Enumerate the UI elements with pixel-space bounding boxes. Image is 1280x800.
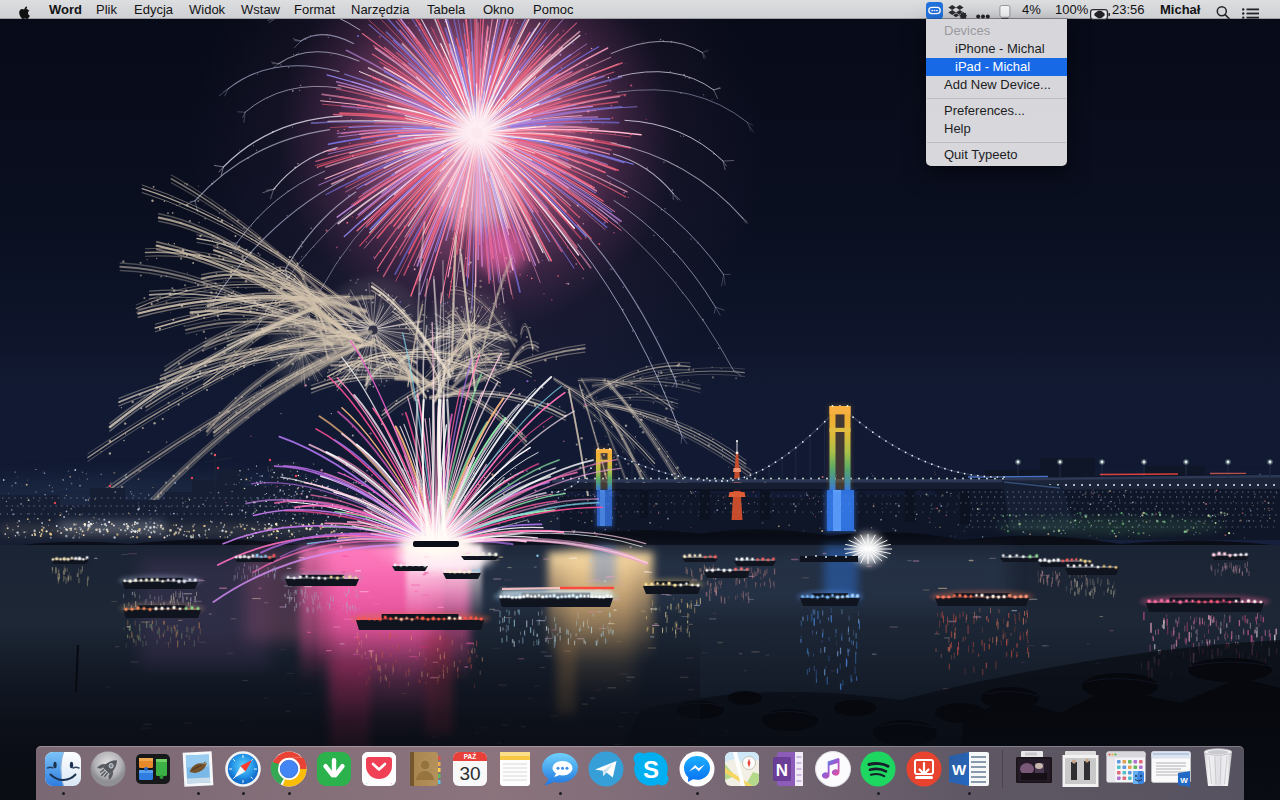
svg-text:30: 30 [459,763,480,784]
svg-text:S: S [643,756,659,783]
svg-text:W: W [952,761,967,778]
svg-text:N: N [776,761,788,780]
svg-text:PAŹ: PAŹ [464,752,477,760]
svg-text:W: W [1180,776,1188,785]
